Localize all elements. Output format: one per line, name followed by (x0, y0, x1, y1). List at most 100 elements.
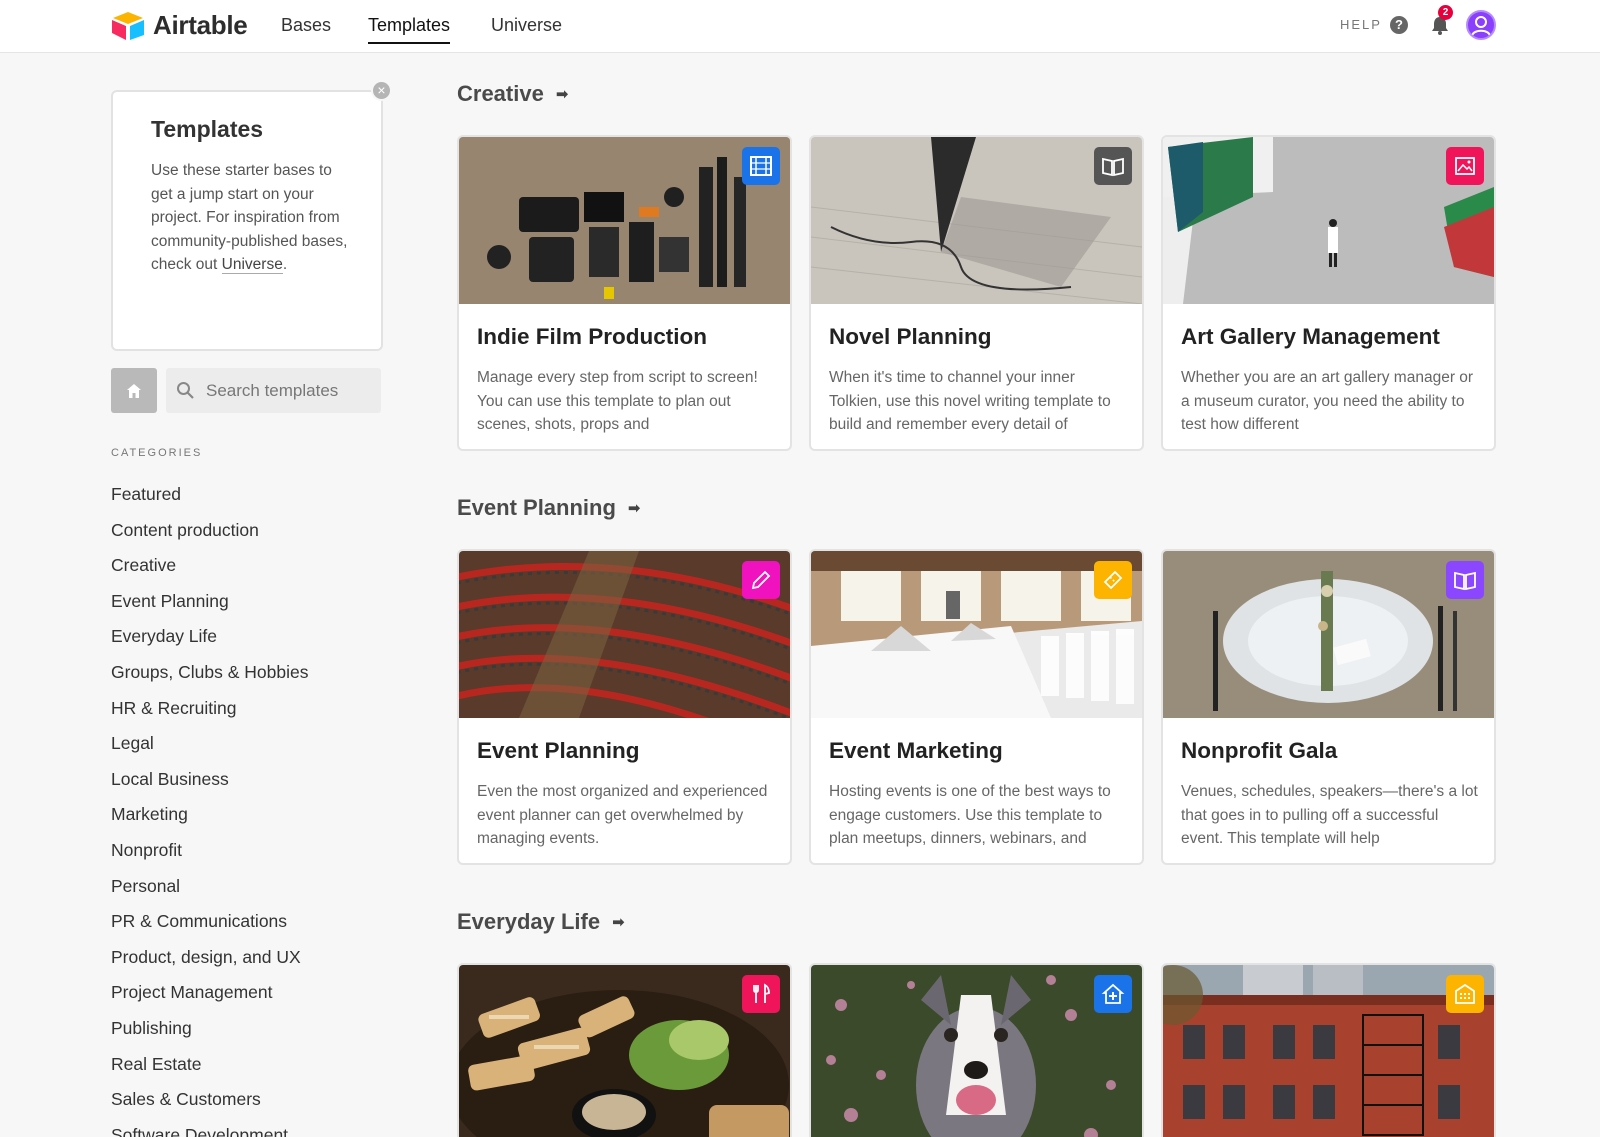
building-icon (1446, 975, 1484, 1013)
intro-end: . (282, 256, 288, 273)
category-item[interactable]: Event Planning (111, 589, 308, 625)
card-image (811, 137, 1142, 304)
airtable-logo[interactable]: Airtable (111, 10, 248, 41)
category-item[interactable]: PR & Communications (111, 909, 308, 945)
category-item[interactable]: Featured (111, 482, 308, 518)
card-description: Manage every step from script to screen!… (477, 369, 758, 433)
card-title: Nonprofit Gala (1181, 738, 1338, 763)
category-item[interactable]: Project Management (111, 980, 308, 1016)
category-item[interactable]: HR & Recruiting (111, 696, 308, 732)
dinner-plate-image (1163, 551, 1494, 718)
avatar[interactable] (1466, 10, 1496, 40)
arrow-right-icon: ➡ (627, 500, 641, 517)
card-image (1163, 137, 1494, 304)
category-item[interactable]: Groups, Clubs & Hobbies (111, 660, 308, 696)
template-card[interactable]: Art Gallery Management Whether you are a… (1161, 135, 1496, 451)
category-item[interactable]: Legal (111, 731, 308, 767)
intro-title: Templates (151, 116, 264, 142)
card-description: When it's time to channel your inner Tol… (829, 369, 1111, 433)
card-image (811, 551, 1142, 718)
utensils-icon (742, 975, 780, 1013)
category-item[interactable]: Nonprofit (111, 838, 308, 874)
picture-icon (1446, 147, 1484, 185)
section-title-text: Everyday Life (457, 909, 601, 934)
card-title: Art Gallery Management (1181, 324, 1440, 349)
universe-link[interactable]: Universe (221, 256, 283, 274)
close-intro-button[interactable]: × (371, 80, 392, 101)
category-item[interactable]: Product, design, and UX (111, 945, 308, 981)
card-description: Venues, schedules, speakers—there's a lo… (1181, 783, 1478, 847)
auditorium-image (459, 551, 790, 718)
template-card[interactable] (457, 963, 792, 1137)
help-icon[interactable]: ? (1390, 16, 1408, 34)
user-icon (1471, 16, 1491, 37)
airtable-logo-icon (112, 11, 144, 40)
card-description: Whether you are an art gallery manager o… (1181, 369, 1474, 433)
film-icon (742, 147, 780, 185)
category-item[interactable]: Everyday Life (111, 624, 308, 660)
card-image (1163, 965, 1494, 1137)
nav-templates[interactable]: Templates (368, 15, 451, 44)
template-card[interactable]: Indie Film Production Manage every step … (457, 135, 792, 451)
category-item[interactable]: Marketing (111, 802, 308, 838)
card-description: Even the most organized and experienced … (477, 783, 768, 847)
templates-intro-box: Templates Use these starter bases to get… (111, 90, 383, 351)
home-icon (127, 383, 141, 398)
nav-universe[interactable]: Universe (491, 15, 562, 42)
arrow-right-icon: ➡ (555, 86, 569, 103)
card-description: Hosting events is one of the best ways t… (829, 783, 1111, 847)
pencil-icon (742, 561, 780, 599)
section-title-creative[interactable]: Creative ➡ (457, 81, 568, 107)
intro-text: Use these starter bases to get a jump st… (151, 159, 351, 277)
vet-icon (1094, 975, 1132, 1013)
food-plate-image (459, 965, 790, 1137)
banquet-table-image (811, 551, 1142, 718)
section-title-text: Event Planning (457, 495, 616, 520)
card-title: Indie Film Production (477, 324, 707, 349)
card-image (459, 137, 790, 304)
template-card[interactable] (809, 963, 1144, 1137)
book-icon (1094, 147, 1132, 185)
categories-heading: CATEGORIES (111, 447, 203, 459)
card-title: Event Planning (477, 738, 640, 763)
template-card[interactable]: Event Marketing Hosting events is one of… (809, 549, 1144, 865)
app-name: Airtable (153, 10, 248, 40)
category-item[interactable]: Software Development (111, 1123, 308, 1137)
card-image (811, 965, 1142, 1137)
home-button[interactable] (111, 368, 157, 413)
category-item[interactable]: Local Business (111, 767, 308, 803)
template-card[interactable]: Nonprofit Gala Venues, schedules, speake… (1161, 549, 1496, 865)
section-title-text: Creative (457, 81, 544, 106)
search-icon (177, 382, 194, 399)
template-card[interactable]: Novel Planning When it's time to channel… (809, 135, 1144, 451)
card-title: Event Marketing (829, 738, 1003, 763)
category-item[interactable]: Sales & Customers (111, 1087, 308, 1123)
section-title-event-planning[interactable]: Event Planning ➡ (457, 495, 641, 521)
category-list: Featured Content production Creative Eve… (111, 482, 308, 1137)
art-gallery-image (1163, 137, 1494, 304)
card-image (1163, 551, 1494, 718)
category-item[interactable]: Real Estate (111, 1052, 308, 1088)
search-box (166, 368, 381, 413)
book-icon (1446, 561, 1484, 599)
template-card[interactable]: Event Planning Even the most organized a… (457, 549, 792, 865)
brick-building-image (1163, 965, 1494, 1137)
film-equipment-image (459, 137, 790, 304)
card-image (459, 551, 790, 718)
section-title-everyday-life[interactable]: Everyday Life ➡ (457, 909, 625, 935)
category-item[interactable]: Publishing (111, 1016, 308, 1052)
category-item[interactable]: Content production (111, 518, 308, 554)
card-image (459, 965, 790, 1137)
card-title: Novel Planning (829, 324, 992, 349)
template-card[interactable] (1161, 963, 1496, 1137)
dog-image (811, 965, 1142, 1137)
nav-bases[interactable]: Bases (281, 15, 331, 42)
help-link[interactable]: HELP (1340, 17, 1382, 32)
category-item[interactable]: Personal (111, 874, 308, 910)
ticket-icon (1094, 561, 1132, 599)
notification-badge: 2 (1438, 5, 1453, 20)
search-input[interactable] (206, 368, 376, 413)
top-bar: Airtable Bases Templates Universe HELP ?… (0, 0, 1600, 53)
arrow-right-icon: ➡ (612, 914, 625, 931)
category-item[interactable]: Creative (111, 553, 308, 589)
